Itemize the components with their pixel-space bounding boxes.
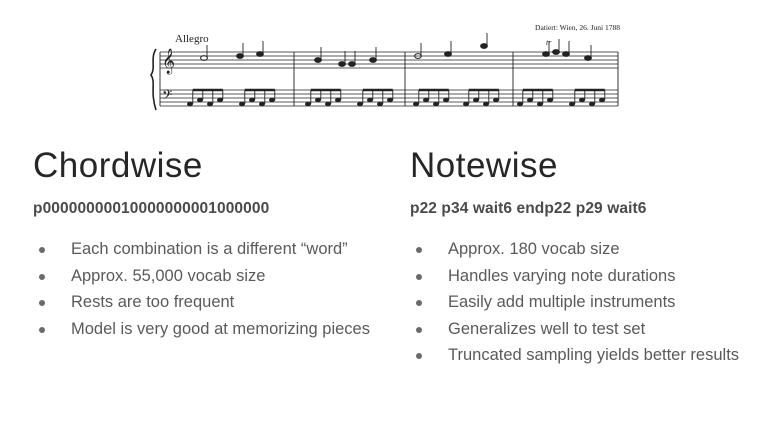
note-head (197, 97, 203, 103)
note-head (463, 101, 469, 107)
sheet-music-excerpt: Allegro Datiert: Wien, 26. Juni 1788 tr … (148, 18, 628, 122)
note-head (187, 101, 193, 107)
note-head (537, 101, 543, 107)
note-head (236, 53, 244, 59)
note-head (547, 97, 553, 103)
note-head (562, 51, 570, 57)
note-head (314, 57, 322, 63)
note-head (259, 101, 265, 107)
note-head (249, 97, 255, 103)
list-item: Truncated sampling yields better results (410, 342, 760, 369)
note-head (269, 97, 275, 103)
list-item-text: Each combination is a different “word” (71, 240, 348, 258)
note-head (325, 101, 331, 107)
notewise-bullet-list: Approx. 180 vocab size Handles varying n… (410, 236, 760, 369)
note-head (315, 97, 321, 103)
bullet-icon (416, 247, 422, 253)
note-head (348, 61, 356, 67)
treble-clef-icon: 𝄞 (162, 48, 175, 74)
list-item: Easily add multiple instruments (410, 289, 760, 316)
chordwise-bullet-list: Each combination is a different “word” A… (33, 236, 393, 342)
bass-clef-icon: 𝄢 (162, 87, 172, 106)
bullet-icon (39, 326, 45, 333)
chordwise-encoding: p00000000010000000001000000 (33, 200, 270, 217)
note-head (493, 97, 499, 103)
note-head (542, 51, 550, 57)
tempo-marking: Allegro (175, 33, 209, 45)
note-head (367, 97, 373, 103)
note-head (584, 55, 592, 61)
note-head (473, 97, 479, 103)
note-head (423, 97, 429, 103)
note-head (377, 101, 383, 107)
note-head (599, 97, 605, 103)
note-head (256, 51, 264, 57)
list-item: Model is very good at memorizing pieces (33, 316, 393, 343)
date-note: Datiert: Wien, 26. Juni 1788 (535, 23, 620, 32)
note-head (305, 101, 311, 107)
note-head (207, 101, 213, 107)
list-item: Each combination is a different “word” (33, 236, 393, 263)
sheet-music-image: Allegro Datiert: Wien, 26. Juni 1788 tr … (150, 23, 620, 111)
bullet-icon (416, 273, 422, 280)
list-item-text: Easily add multiple instruments (448, 293, 676, 311)
bullet-icon (39, 273, 45, 280)
list-item: Approx. 180 vocab size (410, 236, 760, 263)
chordwise-column: Chordwise p00000000010000000001000000 Ea… (33, 146, 393, 342)
note-head (433, 101, 439, 107)
notewise-encoding: p22 p34 wait6 endp22 p29 wait6 (410, 200, 647, 217)
note-head (552, 49, 560, 55)
note-head (338, 61, 346, 67)
note-head (357, 101, 363, 107)
list-item: Generalizes well to test set (410, 316, 760, 343)
note-head (480, 43, 488, 49)
bullet-icon (416, 300, 422, 306)
notes: 𝄞𝄢 (162, 33, 606, 107)
list-item-text: Truncated sampling yields better results (448, 346, 740, 364)
notewise-title: Notewise (410, 146, 558, 185)
note-head (517, 101, 523, 107)
list-item: Approx. 55,000 vocab size (33, 263, 393, 290)
list-item-text: Approx. 180 vocab size (448, 240, 620, 258)
list-item-text: Generalizes well to test set (448, 319, 646, 338)
bullet-icon (416, 353, 422, 359)
note-head (335, 97, 341, 103)
staff-brace (150, 48, 157, 111)
notewise-column: Notewise p22 p34 wait6 endp22 p29 wait6 … (410, 146, 760, 369)
note-head (527, 97, 533, 103)
note-head (444, 51, 452, 57)
note-head (239, 101, 245, 107)
note-head (387, 97, 393, 103)
note-head (217, 97, 223, 103)
list-item-text: Model is very good at memorizing pieces (71, 319, 370, 338)
note-head (413, 101, 419, 107)
note-head (579, 97, 585, 103)
note-head (483, 101, 489, 107)
list-item-text: Approx. 55,000 vocab size (71, 266, 266, 285)
list-item: Rests are too frequent (33, 289, 393, 316)
note-head (589, 101, 595, 107)
list-item-text: Handles varying note durations (448, 266, 676, 285)
list-item-text: Rests are too frequent (71, 293, 235, 311)
bullet-icon (39, 247, 45, 253)
note-head (569, 101, 575, 107)
chordwise-title: Chordwise (33, 146, 203, 185)
note-head (443, 97, 449, 103)
list-item: Handles varying note durations (410, 263, 760, 290)
note-head (369, 57, 377, 63)
bullet-icon (416, 326, 422, 333)
bullet-icon (39, 300, 45, 306)
